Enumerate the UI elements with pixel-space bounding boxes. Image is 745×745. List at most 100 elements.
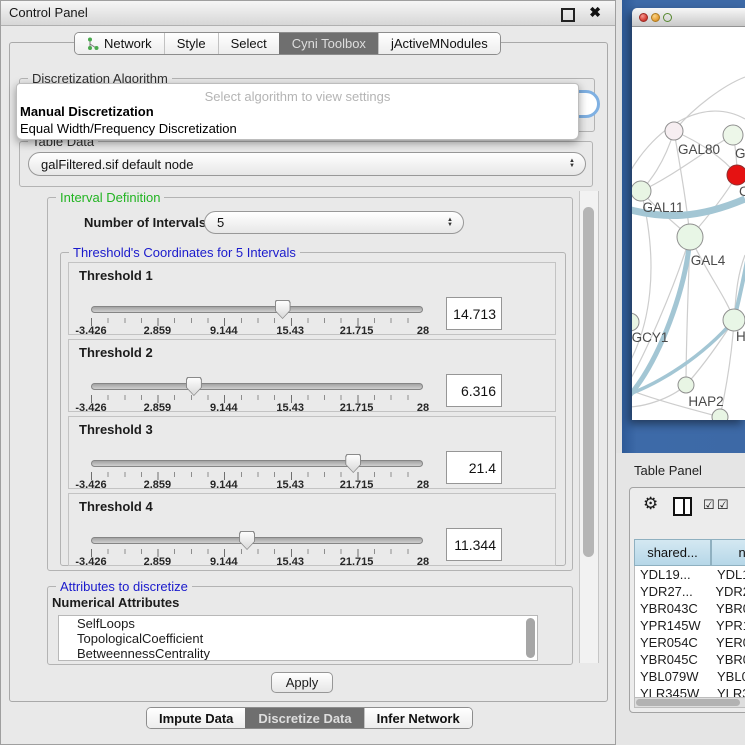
network-node-hap2[interactable] [678,377,694,393]
threshold-4-value-field[interactable]: 11.344 [446,528,502,561]
tab-jactivemnodules[interactable]: jActiveMNodules [378,33,500,54]
node-label-hap2: HAP2 [688,394,723,409]
network-node-gal80[interactable] [665,122,683,140]
tab-cyni-toolbox[interactable]: Cyni Toolbox [279,33,378,54]
dropdown-option-equal-width-frequency[interactable]: Equal Width/Frequency Discretization [20,121,237,136]
list-item[interactable]: SelfLoops [59,616,537,631]
table-panel: Table Panel ⚙ ☑ ☑ shared... na YDL19...Y… [616,453,745,745]
bottom-tabbar: Impute Data Discretize Data Infer Networ… [146,707,473,729]
thresholds-group-title: Threshold's Coordinates for 5 Intervals [69,245,300,260]
panel-vertical-scrollbar[interactable] [579,191,599,663]
table-row[interactable]: YER054CYER0 [635,634,745,651]
tab-impute-data[interactable]: Impute Data [147,708,245,728]
network-node-gal4[interactable] [677,224,703,250]
mac-minimize-icon[interactable] [651,13,660,22]
list-scrollbar-thumb[interactable] [526,618,535,658]
mac-zoom-icon[interactable] [663,13,672,22]
network-icon [87,37,99,51]
network-graph: GAL80 GA C GAL11 GAL4 GCY1 H HAP2 [632,27,745,420]
threshold-3-value-field[interactable]: 21.4 [446,451,502,484]
table-row[interactable]: YBR045CYBR0 [635,651,745,668]
threshold-2-value-field[interactable]: 6.316 [446,374,502,407]
table-row[interactable]: YBL079WYBL0 [635,668,745,685]
list-item[interactable]: BetweennessCentrality [59,646,537,661]
table-data-group: Table Data galFiltered.sif default node … [19,141,593,187]
node-label-gal11: GAL11 [642,200,683,215]
network-node-h[interactable] [723,309,745,331]
numerical-attributes-list[interactable]: SelfLoops TopologicalCoefficient Between… [58,615,538,661]
table-horizontal-scrollbar[interactable] [634,697,745,708]
network-node-bottom[interactable] [712,409,728,420]
node-label-gcy1: GCY1 [632,330,668,345]
control-panel-window: Control Panel ✖ Network Style Select [0,0,616,745]
table-row[interactable]: YPR145WYPR1 [635,617,745,634]
node-label-c-partial: C [739,184,745,199]
column-header-name[interactable]: na [711,539,745,566]
tab-style[interactable]: Style [164,33,218,54]
network-canvas[interactable]: GAL80 GA C GAL11 GAL4 GCY1 H HAP2 [632,27,745,420]
threshold-1-row: Threshold 1 -3.426 2.859 9.144 15.43 21.… [68,262,556,335]
column-header-shared-name[interactable]: shared... [634,539,711,566]
thresholds-group: Threshold's Coordinates for 5 Intervals … [60,252,566,566]
settings-gear-icon[interactable]: ⚙ [643,494,658,514]
attributes-group-title: Attributes to discretize [56,579,192,594]
node-label-ga-partial: GA [735,146,745,161]
threshold-3-row: Threshold 3 -3.426 2.859 9.144 15.43 21.… [68,416,556,489]
threshold-2-slider[interactable] [91,380,423,396]
threshold-4-row: Threshold 4 -3.426 2.859 9.144 15.43 21.… [68,493,556,566]
table-row[interactable]: YDL19...YDL1 [635,566,745,583]
tab-infer-network[interactable]: Infer Network [364,708,472,728]
number-of-intervals-combobox[interactable]: 5 ▲▼ [204,211,464,234]
split-columns-icon[interactable] [673,497,692,516]
float-window-icon[interactable] [561,8,575,22]
table-header-row: shared... na [634,539,745,566]
threshold-3-slider-thumb[interactable] [345,454,361,473]
threshold-4-slider[interactable] [91,534,423,550]
checkbox-icon[interactable]: ☑ [717,497,729,513]
network-view-window: GAL80 GA C GAL11 GAL4 GCY1 H HAP2 [632,8,745,420]
table-row[interactable]: YDR27...YDR2 [635,583,745,600]
tab-select[interactable]: Select [218,33,279,54]
close-icon[interactable]: ✖ [589,4,601,21]
threshold-3-slider[interactable] [91,457,423,473]
algorithm-dropdown-popup: Select algorithm to view settings Manual… [16,83,579,140]
number-of-intervals-label: Number of Intervals [84,215,206,230]
network-node-gal11[interactable] [632,181,651,201]
node-label-gal80: GAL80 [678,142,720,157]
combo-stepper-icon: ▲▼ [447,218,453,228]
control-panel-titlebar[interactable]: Control Panel ✖ [1,1,615,26]
threshold-1-slider[interactable] [91,303,423,319]
scrollbar-thumb[interactable] [636,699,740,706]
table-row[interactable]: YLR345WYLR3 [635,685,745,697]
tab-discretize-data[interactable]: Discretize Data [245,708,363,728]
tab-network[interactable]: Network [75,33,164,54]
apply-button[interactable]: Apply [271,672,333,693]
threshold-2-slider-thumb[interactable] [186,377,202,396]
mac-close-icon[interactable] [639,13,648,22]
network-window-titlebar[interactable] [632,8,745,27]
table-panel-box: ⚙ ☑ ☑ shared... na YDL19...YDL1 YDR27...… [629,487,745,713]
threshold-2-row: Threshold 2 -3.426 2.859 9.144 15.43 21.… [68,339,556,412]
node-label-h-partial: H [736,329,745,344]
table-data-combobox[interactable]: galFiltered.sif default node ▲▼ [28,152,586,176]
attributes-group: Attributes to discretize Numerical Attri… [47,586,573,665]
table-row[interactable]: YBR043CYBR0 [635,600,745,617]
tab-network-label: Network [104,36,152,51]
network-node-selected-red[interactable] [727,165,745,185]
table-panel-title: Table Panel [634,463,702,478]
screen: Control Panel ✖ Network Style Select [0,0,745,745]
threshold-1-value-field[interactable]: 14.713 [446,297,502,330]
node-label-gal4: GAL4 [691,253,726,268]
dropdown-option-manual-discretization[interactable]: Manual Discretization [20,104,154,119]
network-node-top-right[interactable] [723,125,743,145]
network-node-gcy1[interactable] [632,313,639,331]
window-title: Control Panel [9,5,88,20]
threshold-1-slider-thumb[interactable] [275,300,291,319]
interval-definition-title: Interval Definition [56,190,164,205]
table-rows: YDL19...YDL1 YDR27...YDR2 YBR043CYBR0 YP… [634,566,745,697]
threshold-4-slider-thumb[interactable] [239,531,255,550]
list-item[interactable]: TopologicalCoefficient [59,631,537,646]
panel-scrollbar-thumb[interactable] [583,207,594,557]
interval-definition-group: Interval Definition Number of Intervals … [47,197,573,571]
checkbox-icon[interactable]: ☑ [703,497,715,513]
